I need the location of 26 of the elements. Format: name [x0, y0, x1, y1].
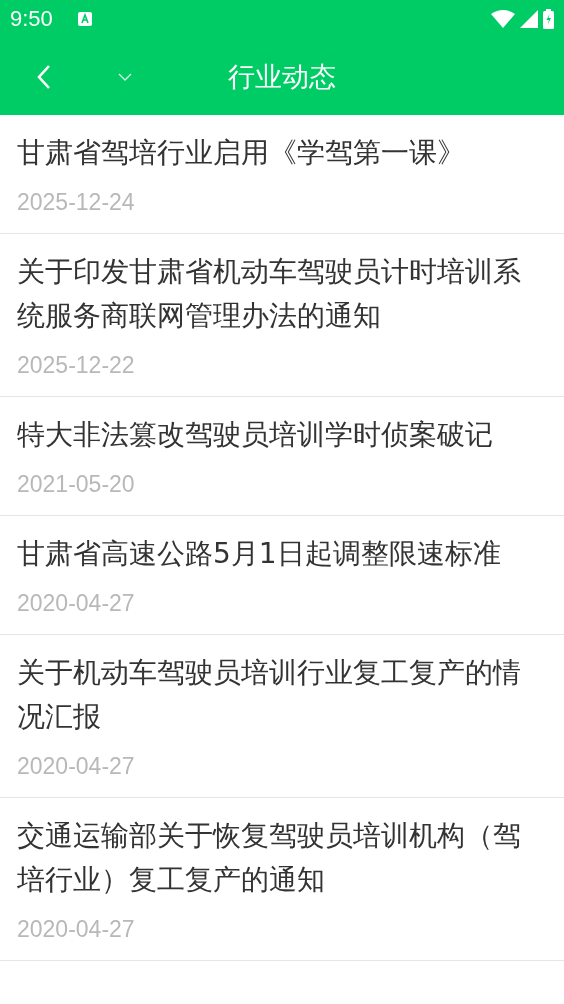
article-title: 甘肃省驾培行业启用《学驾第一课》 [17, 135, 466, 171]
article-date: 2020-04-27 [17, 752, 136, 781]
back-icon[interactable] [36, 63, 52, 90]
article-date: 2025-12-24 [17, 188, 136, 217]
article-item[interactable]: 甘肃省高速公路5月1日起调整限速标准 2020-04-27 [0, 516, 564, 635]
article-item[interactable]: 关于印发甘肃省机动车驾驶员计时培训系统服务商联网管理办法的通知 2025-12-22 [0, 234, 564, 397]
article-title: 关于机动车驾驶员培训行业复工复产的情况汇报 [17, 655, 522, 735]
article-date: 2020-04-27 [17, 589, 136, 618]
page-title: 行业动态 [228, 59, 336, 94]
article-date: 2025-12-22 [17, 351, 136, 380]
article-title: 交通运输部关于恢复驾驶员培训机构（驾培行业）复工复产的通知 [17, 818, 522, 898]
keyboard-notification-icon [76, 11, 93, 27]
article-item[interactable]: 特大非法篡改驾驶员培训学时侦案破记 2021-05-20 [0, 397, 564, 516]
article-title: 特大非法篡改驾驶员培训学时侦案破记 [17, 417, 494, 453]
article-date: 2021-05-20 [17, 470, 136, 499]
signal-icon [520, 10, 538, 28]
article-item[interactable]: 关于机动车驾驶员培训行业复工复产的情况汇报 2020-04-27 [0, 635, 564, 798]
article-title: 关于印发甘肃省机动车驾驶员计时培训系统服务商联网管理办法的通知 [17, 254, 522, 334]
article-title: 甘肃省高速公路5月1日起调整限速标准 [17, 536, 502, 572]
chevron-down-icon[interactable] [118, 72, 132, 81]
article-date: 2020-04-27 [17, 915, 136, 944]
article-item[interactable]: 交通运输部关于恢复驾驶员培训机构（驾培行业）复工复产的通知 2020-04-27 [0, 798, 564, 961]
battery-icon [543, 9, 554, 29]
status-time: 9:50 [10, 6, 53, 32]
wifi-icon [491, 10, 515, 28]
article-item[interactable]: 甘肃省驾培行业启用《学驾第一课》 2025-12-24 [0, 115, 564, 234]
